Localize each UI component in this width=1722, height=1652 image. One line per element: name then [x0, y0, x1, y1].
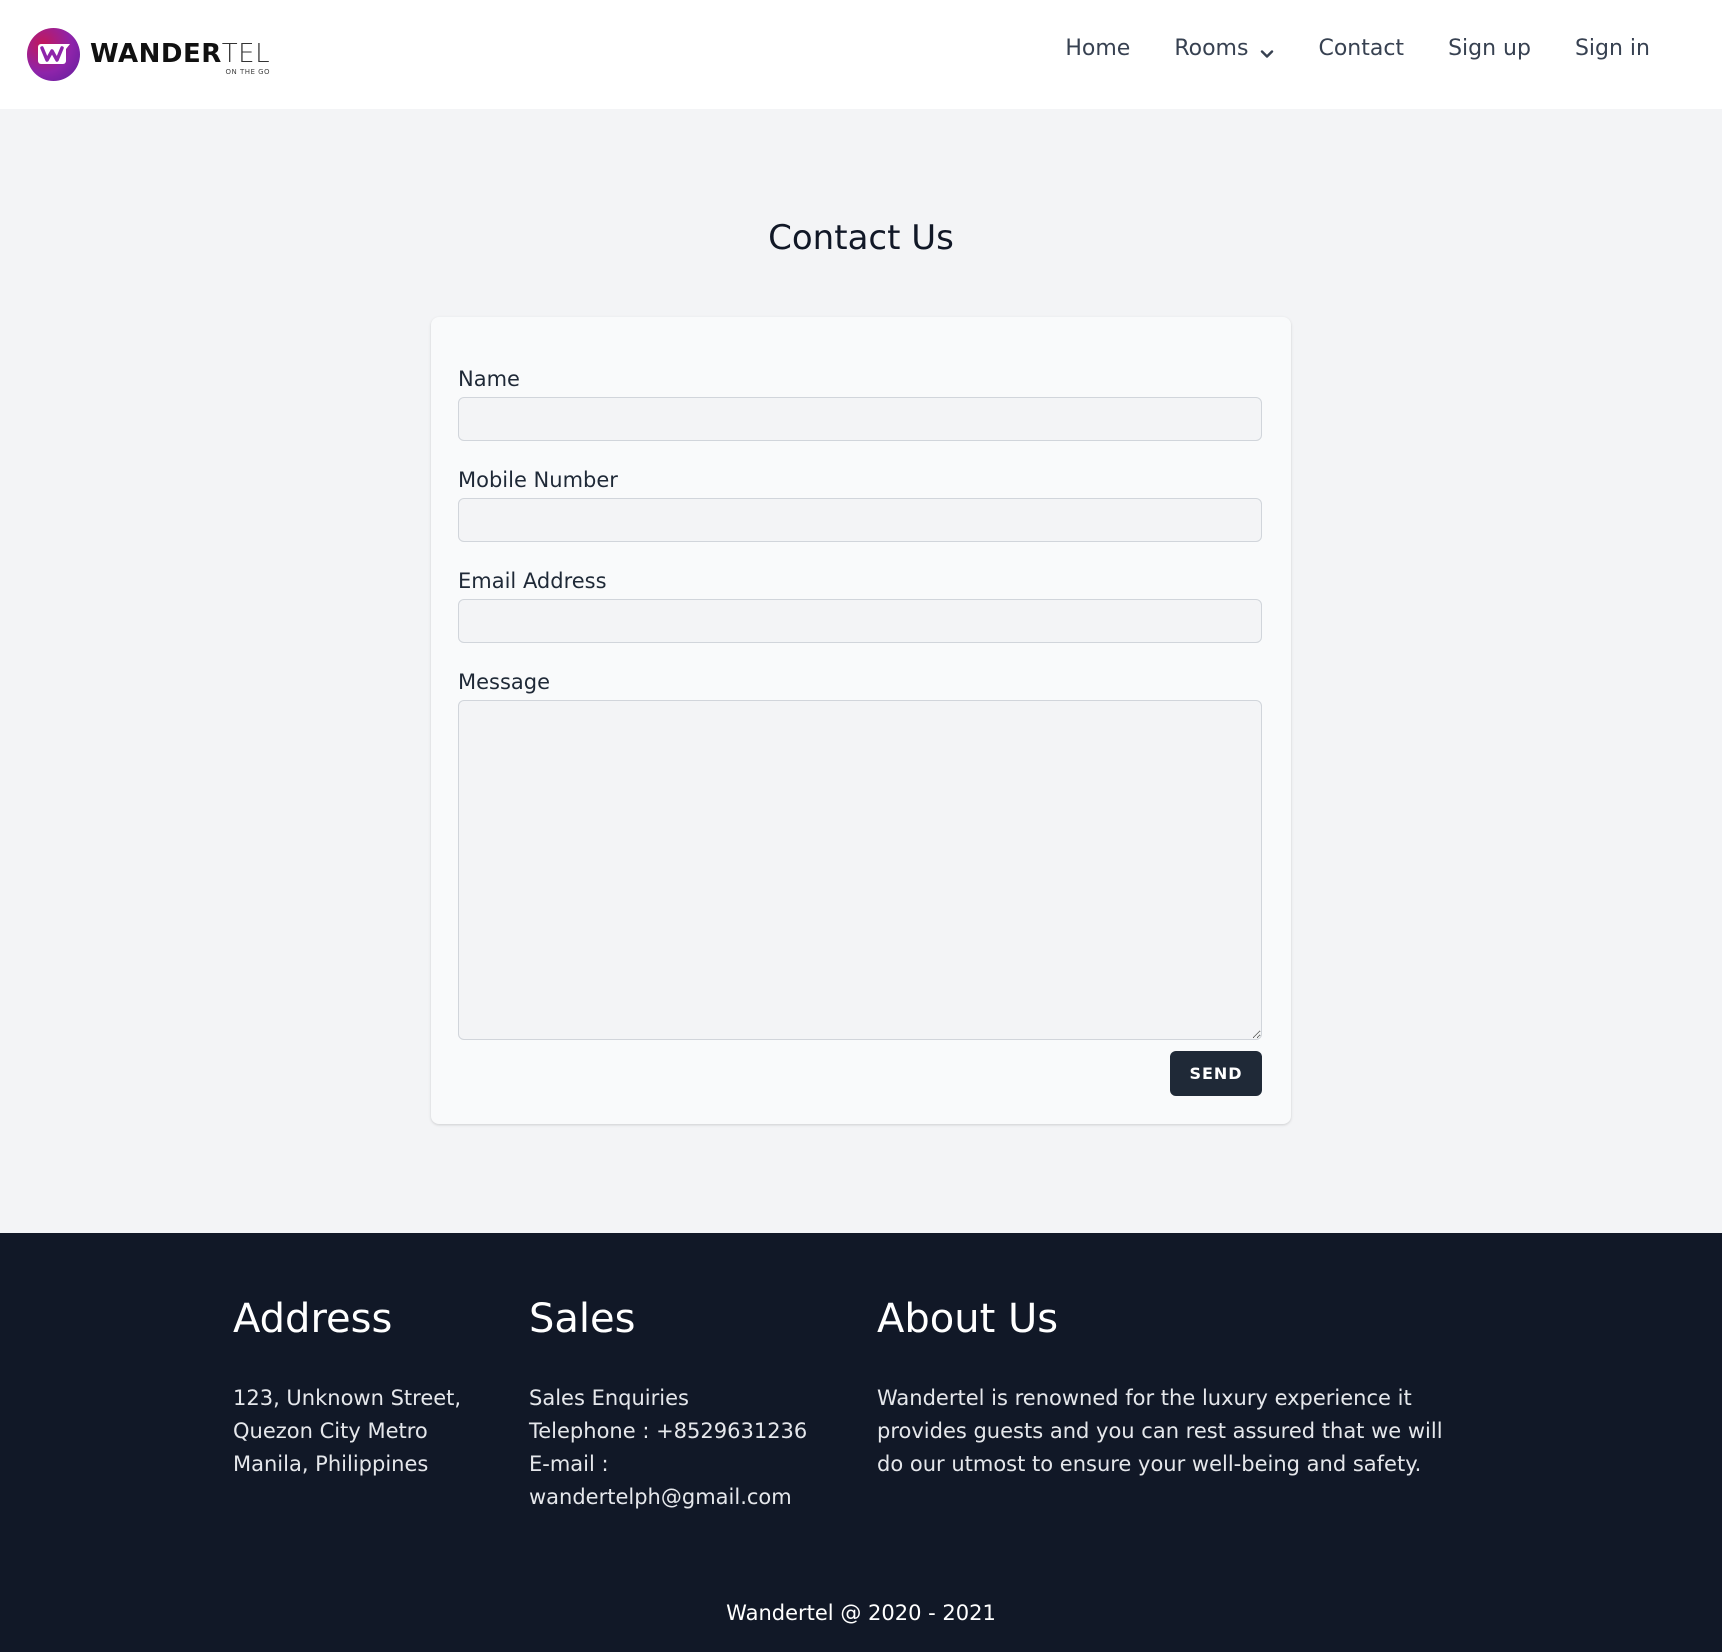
contact-form: Name Mobile Number Email Address Message…: [431, 317, 1291, 1124]
address-line: 123, Unknown Street,: [233, 1386, 462, 1410]
mobile-number-input[interactable]: [458, 498, 1262, 542]
logo-word-thin: TEL: [221, 39, 271, 69]
brand-logo[interactable]: WANDERTEL ON THE GO: [27, 27, 270, 81]
about-line: provides guests and you can rest assured…: [877, 1419, 1443, 1443]
message-label: Message: [458, 670, 551, 694]
footer-about: About Us Wandertel is renowned for the l…: [877, 1296, 1443, 1481]
sales-enquiries-text: Sales Enquiries: [529, 1386, 689, 1410]
about-line: Wandertel is renowned for the luxury exp…: [877, 1386, 1412, 1410]
mobile-number-label: Mobile Number: [458, 468, 618, 492]
footer-sales-heading: Sales: [529, 1296, 636, 1342]
footer-address: Address 123, Unknown Street, Quezon City…: [233, 1296, 461, 1481]
nav-rooms-dropdown[interactable]: Rooms: [1174, 36, 1274, 61]
footer-address-heading: Address: [233, 1296, 393, 1342]
name-label: Name: [458, 367, 520, 391]
nav-contact[interactable]: Contact: [1318, 36, 1404, 61]
name-input[interactable]: [458, 397, 1262, 441]
send-button[interactable]: SEND: [1170, 1051, 1262, 1096]
page-title: Contact Us: [768, 218, 954, 258]
email-address-input[interactable]: [458, 599, 1262, 643]
main-nav: Home Rooms Contact Sign up Sign in: [1065, 36, 1650, 61]
address-line: Quezon City Metro: [233, 1419, 428, 1443]
sales-email-link[interactable]: wandertelph@gmail.com: [529, 1481, 807, 1514]
footer-about-heading: About Us: [877, 1296, 1059, 1342]
nav-sign-up[interactable]: Sign up: [1448, 36, 1531, 61]
copyright-text: Wandertel @ 2020 - 2021: [726, 1601, 996, 1625]
address-line: Manila, Philippines: [233, 1452, 429, 1476]
about-line: do our utmost to ensure your well-being …: [877, 1452, 1422, 1476]
logo-tagline: ON THE GO: [225, 68, 271, 76]
site-footer: Address 123, Unknown Street, Quezon City…: [0, 1233, 1722, 1652]
logo-wordmark: WANDERTEL ON THE GO: [90, 39, 271, 76]
sales-email-label: E-mail :: [529, 1452, 609, 1476]
logo-w-icon: [27, 27, 80, 81]
site-header: WANDERTEL ON THE GO Home Rooms Contact S…: [0, 0, 1722, 109]
nav-sign-in[interactable]: Sign in: [1575, 36, 1650, 61]
logo-word-bold: WANDER: [90, 39, 222, 69]
nav-rooms-label: Rooms: [1174, 36, 1249, 61]
chevron-down-icon: [1260, 42, 1274, 58]
message-textarea[interactable]: [458, 700, 1262, 1040]
footer-sales: Sales Sales Enquiries Telephone : +85296…: [529, 1296, 807, 1514]
nav-home[interactable]: Home: [1065, 36, 1130, 61]
sales-telephone: Telephone : +8529631236: [529, 1419, 808, 1443]
email-address-label: Email Address: [458, 569, 607, 593]
